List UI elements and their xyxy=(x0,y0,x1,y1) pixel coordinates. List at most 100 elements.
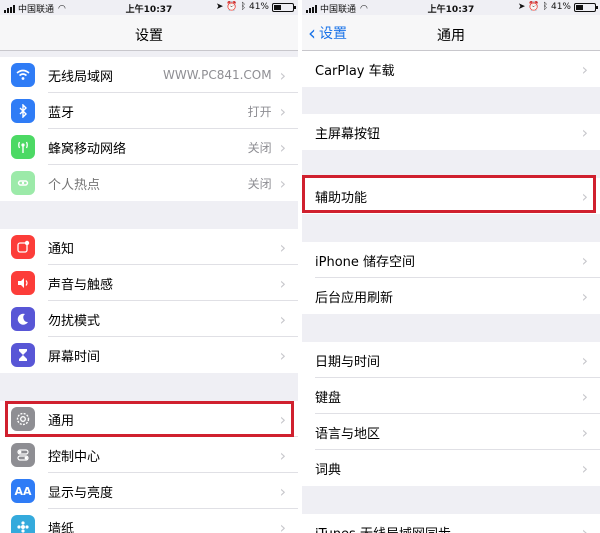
chevron-right-icon: › xyxy=(279,445,286,465)
chevron-right-icon: › xyxy=(581,250,588,270)
chevron-right-icon: › xyxy=(581,59,588,79)
settings-item-label: 显示与亮度 xyxy=(48,485,114,501)
page-title: 设置 xyxy=(135,28,163,44)
general-panel: 中国联通 ◠ 上午10:37 ➤ ⏰ ᛒ 41% ‹ 设置 通用 CarPlay… xyxy=(302,0,600,533)
settings-item-label: 通用 xyxy=(48,413,75,429)
settings-item-control-center[interactable]: 控制中心 › xyxy=(0,437,298,473)
toggle-icon xyxy=(11,443,35,467)
speaker-icon xyxy=(11,271,35,295)
battery-percent: 41% xyxy=(248,2,269,12)
chevron-right-icon: › xyxy=(279,273,286,293)
general-item-label: iPhone 储存空间 xyxy=(315,254,416,270)
chevron-right-icon: › xyxy=(581,286,588,306)
chevron-right-icon: › xyxy=(279,237,286,257)
battery-percent: 41% xyxy=(550,2,571,12)
settings-item-notifications[interactable]: 通知 › xyxy=(0,229,298,265)
settings-item-value: 关闭 xyxy=(247,176,272,191)
settings-item-label: 屏幕时间 xyxy=(48,349,101,365)
settings-item-value: WWW.PC841.COM xyxy=(163,68,272,82)
settings-item-label: 蜂窝移动网络 xyxy=(48,141,127,157)
chevron-right-icon: › xyxy=(279,173,286,193)
settings-item-screen-time[interactable]: 屏幕时间 › xyxy=(0,337,298,373)
general-item-label: 后台应用刷新 xyxy=(315,290,394,306)
settings-item-cellular[interactable]: 蜂窝移动网络 关闭 › xyxy=(0,129,298,165)
antenna-icon xyxy=(11,135,35,159)
general-item-home-button[interactable]: 主屏幕按钮 › xyxy=(302,114,600,150)
hotspot-icon xyxy=(11,171,35,195)
chevron-right-icon: › xyxy=(581,422,588,442)
chevron-right-icon: › xyxy=(279,137,286,157)
general-item-carplay[interactable]: CarPlay 车载 › xyxy=(302,51,600,87)
chevron-right-icon: › xyxy=(581,350,588,370)
settings-item-label: 无线局域网 xyxy=(48,69,114,85)
bluetooth-status-icon: ᛒ xyxy=(240,2,246,12)
general-item-keyboard[interactable]: 键盘 › xyxy=(302,378,600,414)
notification-icon xyxy=(11,235,35,259)
chevron-right-icon: › xyxy=(279,517,286,533)
settings-item-hotspot[interactable]: 个人热点 关闭 › xyxy=(0,165,298,201)
general-item-background-refresh[interactable]: 后台应用刷新 › xyxy=(302,278,600,314)
settings-item-label: 声音与触感 xyxy=(48,277,114,293)
settings-item-label: 个人热点 xyxy=(48,177,101,193)
navbar: ‹ 设置 通用 xyxy=(302,15,600,51)
bluetooth-status-icon: ᛒ xyxy=(542,2,548,12)
general-item-label: 语言与地区 xyxy=(315,426,381,442)
chevron-right-icon: › xyxy=(279,65,286,85)
settings-item-value: 关闭 xyxy=(247,140,272,155)
settings-item-general[interactable]: 通用 › xyxy=(0,401,298,437)
general-item-label: 主屏幕按钮 xyxy=(315,126,381,142)
wallpaper-icon xyxy=(11,515,35,533)
chevron-right-icon: › xyxy=(279,309,286,329)
settings-item-display[interactable]: AA 显示与亮度 › xyxy=(0,473,298,509)
settings-item-label: 控制中心 xyxy=(48,449,101,465)
settings-item-do-not-disturb[interactable]: 勿扰模式 › xyxy=(0,301,298,337)
wifi-icon xyxy=(11,63,35,87)
hourglass-icon xyxy=(11,343,35,367)
bluetooth-icon xyxy=(11,99,35,123)
page-title: 通用 xyxy=(437,28,465,44)
location-icon: ➤ xyxy=(517,2,526,12)
settings-item-bluetooth[interactable]: 蓝牙 打开 › xyxy=(0,93,298,129)
chevron-right-icon: › xyxy=(581,522,588,533)
gear-icon xyxy=(11,407,35,431)
status-bar: 中国联通 ◠ 上午10:37 ➤ ⏰ ᛒ 41% xyxy=(302,0,600,15)
battery-icon xyxy=(574,2,598,12)
general-item-label: 词典 xyxy=(315,462,342,478)
settings-item-label: 蓝牙 xyxy=(48,105,75,121)
settings-item-value: 打开 xyxy=(247,104,272,119)
general-item-label: iTunes 无线局域网同步 xyxy=(315,523,582,533)
general-item-label: 日期与时间 xyxy=(315,354,381,370)
settings-item-label: 通知 xyxy=(48,241,75,257)
chevron-right-icon: › xyxy=(581,186,588,206)
chevron-right-icon: › xyxy=(279,345,286,365)
chevron-right-icon: › xyxy=(581,386,588,406)
general-item-date-time[interactable]: 日期与时间 › xyxy=(302,342,600,378)
general-item-storage[interactable]: iPhone 储存空间 › xyxy=(302,242,600,278)
settings-item-label: 墙纸 xyxy=(48,521,75,533)
general-item-dictionary[interactable]: 词典 › xyxy=(302,450,600,486)
general-item-accessibility[interactable]: 辅助功能 › xyxy=(302,178,600,214)
settings-item-label: 勿扰模式 xyxy=(48,313,101,329)
alarm-icon: ⏰ xyxy=(528,2,540,12)
general-item-label: CarPlay 车载 xyxy=(315,63,395,79)
chevron-right-icon: › xyxy=(279,409,286,429)
settings-item-sounds[interactable]: 声音与触感 › xyxy=(0,265,298,301)
settings-item-wallpaper[interactable]: 墙纸 › xyxy=(0,509,298,533)
general-item-label: 键盘 xyxy=(315,390,342,406)
chevron-right-icon: › xyxy=(279,481,286,501)
navbar: 设置 xyxy=(0,15,298,51)
text-size-icon: AA xyxy=(11,479,35,503)
settings-panel: 中国联通 ◠ 上午10:37 ➤ ⏰ ᛒ 41% 设置 无线局域网 WWW.PC… xyxy=(0,0,298,533)
settings-item-wifi[interactable]: 无线局域网 WWW.PC841.COM › xyxy=(0,57,298,93)
general-item-itunes-wifi-sync[interactable]: iTunes 无线局域网同步 › xyxy=(302,514,600,533)
moon-icon xyxy=(11,307,35,331)
chevron-right-icon: › xyxy=(279,101,286,121)
location-icon: ➤ xyxy=(215,2,224,12)
status-bar: 中国联通 ◠ 上午10:37 ➤ ⏰ ᛒ 41% xyxy=(0,0,298,15)
general-item-language-region[interactable]: 语言与地区 › xyxy=(302,414,600,450)
chevron-right-icon: › xyxy=(581,122,588,142)
general-item-label: 辅助功能 xyxy=(315,190,368,206)
alarm-icon: ⏰ xyxy=(226,2,238,12)
chevron-right-icon: › xyxy=(581,458,588,478)
battery-icon xyxy=(272,2,296,12)
